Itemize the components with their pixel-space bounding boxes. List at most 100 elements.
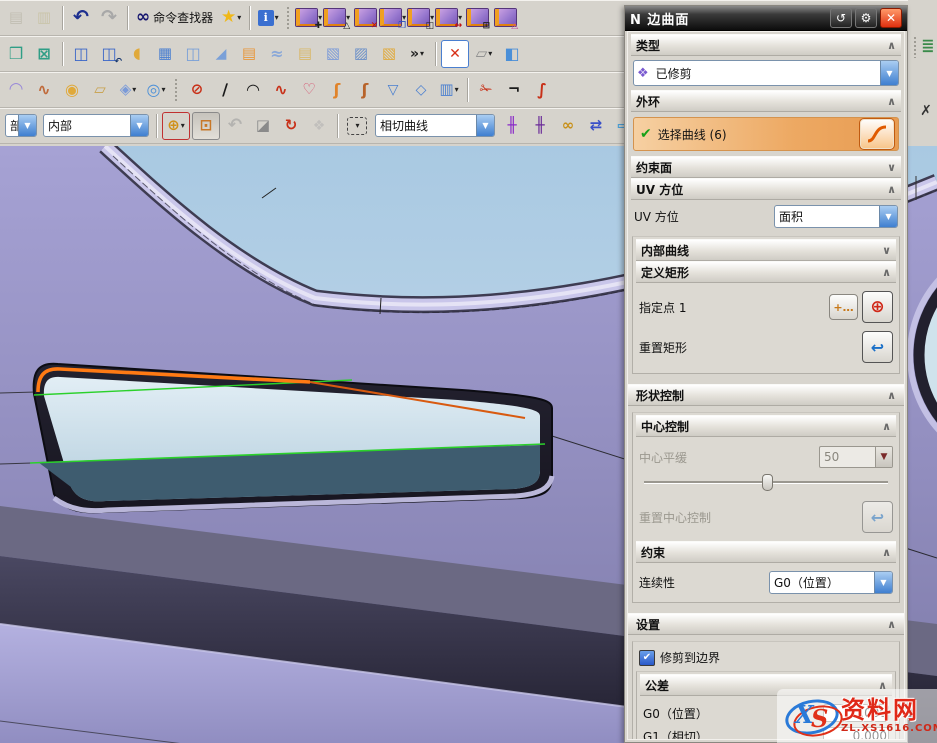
section-uv-orientation[interactable]: UV 方位 ∧ <box>631 178 901 200</box>
selection-scope-dropdown-arrow[interactable]: ▼ <box>130 115 148 136</box>
chain-curves-icon[interactable]: ⇄ <box>583 113 609 139</box>
section-constraint[interactable]: 约束 ∧ <box>636 541 896 563</box>
offset-surface-icon[interactable]: ▧ <box>320 41 346 67</box>
snap-point-icon[interactable]: ⊕▾ <box>162 112 190 140</box>
type-dropdown-arrow[interactable]: ▼ <box>880 61 898 85</box>
studio-spline-icon[interactable]: ∿ <box>268 77 294 103</box>
section-shape-control[interactable]: 形状控制 ∧ <box>628 384 904 406</box>
trim-body-icon[interactable]: ▦ <box>152 41 178 67</box>
four-point-surface-icon[interactable]: ▱ <box>87 77 113 103</box>
law-extension-icon[interactable]: ▧ <box>376 41 402 67</box>
smooth-spline-icon[interactable]: ∫ <box>529 77 555 103</box>
slider-thumb[interactable] <box>762 474 773 491</box>
cascade-windows-icon[interactable]: ≣ <box>915 33 937 59</box>
point-button[interactable]: ⊕ <box>862 291 893 323</box>
checkbox-checked-icon[interactable]: ✔ <box>639 650 655 666</box>
undo-icon[interactable]: ↶ <box>68 5 94 31</box>
measure-icon[interactable]: ✗ <box>913 98 937 124</box>
uv-dropdown-arrow[interactable]: ▼ <box>879 206 897 227</box>
rotate-point-icon[interactable]: ↻ <box>278 113 304 139</box>
redo-icon[interactable]: ↷ <box>96 5 122 31</box>
studio-surface-icon[interactable]: ◈▾ <box>115 77 141 103</box>
delete-face-icon[interactable]: ✕ <box>352 5 378 31</box>
divide-curve-icon[interactable]: ¬ <box>501 77 527 103</box>
orient-view-icon[interactable]: ⊡ <box>192 112 220 140</box>
pattern-face-icon[interactable]: ⊞ <box>464 5 490 31</box>
curve-on-surface-icon[interactable]: ʃ <box>324 77 350 103</box>
uv-orientation-dropdown[interactable]: 面积 ▼ <box>774 205 898 228</box>
profile-icon[interactable]: ⊘ <box>184 77 210 103</box>
select-curve-row[interactable]: ✔ 选择曲线 (6) <box>633 117 899 151</box>
paste-icon[interactable]: ▥ <box>31 5 57 31</box>
cut-face-icon[interactable]: ◫▾ <box>408 5 434 31</box>
section-constraint-faces[interactable]: 约束面 ∨ <box>631 156 901 178</box>
isoparametric-curve-icon[interactable]: ▥▾ <box>436 77 462 103</box>
copy-face-icon[interactable]: ❐▾ <box>380 5 406 31</box>
stop-at-intersection-icon[interactable]: ╫ <box>499 113 525 139</box>
shaded-view-icon[interactable]: ◧ <box>499 41 525 67</box>
offset-region-icon[interactable]: △▾ <box>324 5 350 31</box>
continuity-dropdown-arrow[interactable]: ▼ <box>874 572 892 593</box>
section-type[interactable]: 类型 ∧ <box>631 34 901 56</box>
section-surface-icon[interactable]: ◉ <box>59 77 85 103</box>
follow-fillet-icon[interactable]: ∞ <box>555 113 581 139</box>
more-commands-chevron[interactable]: »▾ <box>404 41 430 67</box>
project-curve-icon[interactable]: ▽ <box>380 77 406 103</box>
section-settings[interactable]: 设置 ∧ <box>628 613 904 635</box>
center-flat-slider[interactable] <box>644 473 888 491</box>
swept-icon[interactable]: ◠ <box>3 77 29 103</box>
copy-icon[interactable]: ▤ <box>3 5 29 31</box>
dialog-close-button[interactable]: ✕ <box>880 8 902 28</box>
filter-dropdown-partial[interactable]: 部▼ <box>5 114 37 137</box>
offset-curve-on-surface-icon[interactable]: ʃ <box>352 77 378 103</box>
sew-icon[interactable]: ≈ <box>264 41 290 67</box>
arc-icon[interactable]: ◠ <box>240 77 266 103</box>
rectangle-select-icon[interactable]: ▾ <box>347 117 367 135</box>
information-icon[interactable]: i▾ <box>255 5 281 31</box>
section-outer-loop[interactable]: 外环 ∧ <box>631 90 901 112</box>
undo-view-icon[interactable]: ↶ <box>222 113 248 139</box>
stop-at-intersection-alt-icon[interactable]: ╫ <box>527 113 553 139</box>
dialog-reset-button[interactable]: ↺ <box>830 8 852 28</box>
move-face-icon[interactable]: ✚▾ <box>296 5 322 31</box>
reset-rectangle-button[interactable]: ↩ <box>862 331 893 363</box>
extension-surface-icon[interactable]: ▨ <box>348 41 374 67</box>
line-icon[interactable]: ∕ <box>212 77 238 103</box>
command-finder-icon[interactable]: ∞命令查找器 <box>133 5 216 31</box>
split-body-icon[interactable]: ◫ <box>180 41 206 67</box>
trim-to-boundary-row[interactable]: ✔ 修剪到边界 <box>639 649 893 666</box>
selection-scope-dropdown[interactable]: 内部▼ <box>43 114 149 137</box>
toolbar-grip[interactable] <box>174 78 179 102</box>
thicken-icon[interactable]: ▤ <box>236 41 262 67</box>
reset-center-button[interactable]: ↩ <box>862 501 893 533</box>
unite-icon[interactable]: ❒ <box>3 41 29 67</box>
section-define-rectangle[interactable]: 定义矩形 ∧ <box>636 261 896 283</box>
variational-sweep-icon[interactable]: ∿ <box>31 77 57 103</box>
resize-face-icon[interactable]: ↔▾ <box>436 5 462 31</box>
combined-projection-icon[interactable]: ◇ <box>408 77 434 103</box>
spinner-down-arrow[interactable]: ▼ <box>875 447 892 467</box>
curve-select-button[interactable] <box>859 118 895 150</box>
patch-icon[interactable]: ▤ <box>292 41 318 67</box>
continuity-dropdown[interactable]: G0（位置） ▼ <box>769 571 893 594</box>
filter-dropdown-partial-arrow[interactable]: ▼ <box>18 115 36 136</box>
favorites-icon[interactable]: ★▾ <box>218 5 244 31</box>
curve-rule-dropdown[interactable]: 相切曲线▼ <box>375 114 495 137</box>
toolbar-grip[interactable] <box>286 6 291 30</box>
dialog-settings-button[interactable]: ⚙ <box>855 8 877 28</box>
section-internal-curves[interactable]: 内部曲线 ∨ <box>636 239 896 261</box>
point-dialog-button[interactable]: +… <box>829 294 858 320</box>
pattern-feature-icon[interactable]: ◫ <box>68 41 94 67</box>
curve-rule-dropdown-arrow[interactable]: ▼ <box>476 115 494 136</box>
bounded-plane-icon[interactable]: ◖ <box>124 41 150 67</box>
type-dropdown[interactable]: ❖ 已修剪 ▼ <box>633 60 899 86</box>
eraser-icon[interactable]: ◪ <box>250 113 276 139</box>
shell-icon[interactable]: ◬ <box>492 5 518 31</box>
center-flat-spinner[interactable]: 50 ▼ <box>819 446 893 468</box>
display-mode-icon[interactable]: ▱▾ <box>471 41 497 67</box>
offset-face-icon[interactable]: ◢ <box>208 41 234 67</box>
pan-hand-icon[interactable]: ❖ <box>306 113 332 139</box>
trim-curve-icon[interactable]: ✁ <box>473 77 499 103</box>
dialog-titlebar[interactable]: N 边曲面 ↺ ⚙ ✕ <box>625 6 907 31</box>
fit-view-icon[interactable]: ✕ <box>441 40 469 68</box>
